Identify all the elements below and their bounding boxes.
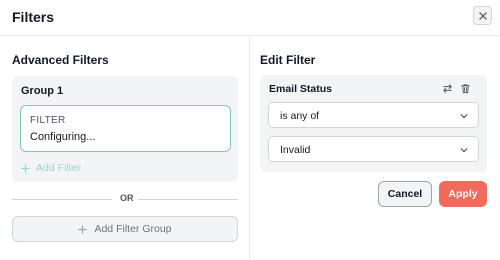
value-select-value: Invalid [280,144,311,156]
filters-modal: Filters Advanced Filters Group 1 FILTER … [0,0,500,260]
plus-icon [78,224,88,234]
modal-header: Filters [0,0,500,36]
or-label: OR [120,193,134,203]
add-filter-group-label: Add Filter Group [94,223,172,235]
modal-title: Filters [12,9,55,25]
edit-filter-title: Edit Filter [260,53,316,67]
add-filter-button[interactable]: Add Filter [21,162,81,174]
filter-card[interactable]: FILTER Configuring... [20,105,231,152]
plus-icon [21,163,30,173]
trash-icon [460,83,470,93]
edit-filter-box: Email Status is any of Invalid [260,75,487,172]
apply-button[interactable]: Apply [439,181,487,207]
chevron-down-icon [460,114,468,119]
or-line-left [12,199,112,200]
or-separator: OR [12,193,238,205]
field-title: Email Status [269,83,333,95]
add-filter-group-button[interactable]: Add Filter Group [12,216,238,242]
value-select[interactable]: Invalid [268,136,479,162]
group-title: Group 1 [21,85,64,97]
operator-select[interactable]: is any of [268,102,479,128]
close-button[interactable] [473,6,492,25]
or-line-right [138,199,238,200]
panel-divider [249,37,250,260]
delete-filter-button[interactable] [458,81,472,95]
swap-field-button[interactable] [440,81,454,95]
close-icon [478,11,487,20]
filter-card-label: FILTER [30,115,66,126]
advanced-filters-title: Advanced Filters [12,53,109,67]
add-filter-label: Add Filter [36,162,81,174]
filter-card-status: Configuring... [30,131,96,143]
filter-group: Group 1 FILTER Configuring... Add Filter [12,76,238,182]
swap-icon [442,83,452,93]
cancel-button[interactable]: Cancel [378,181,432,207]
chevron-down-icon [460,148,468,153]
operator-select-value: is any of [280,110,320,122]
